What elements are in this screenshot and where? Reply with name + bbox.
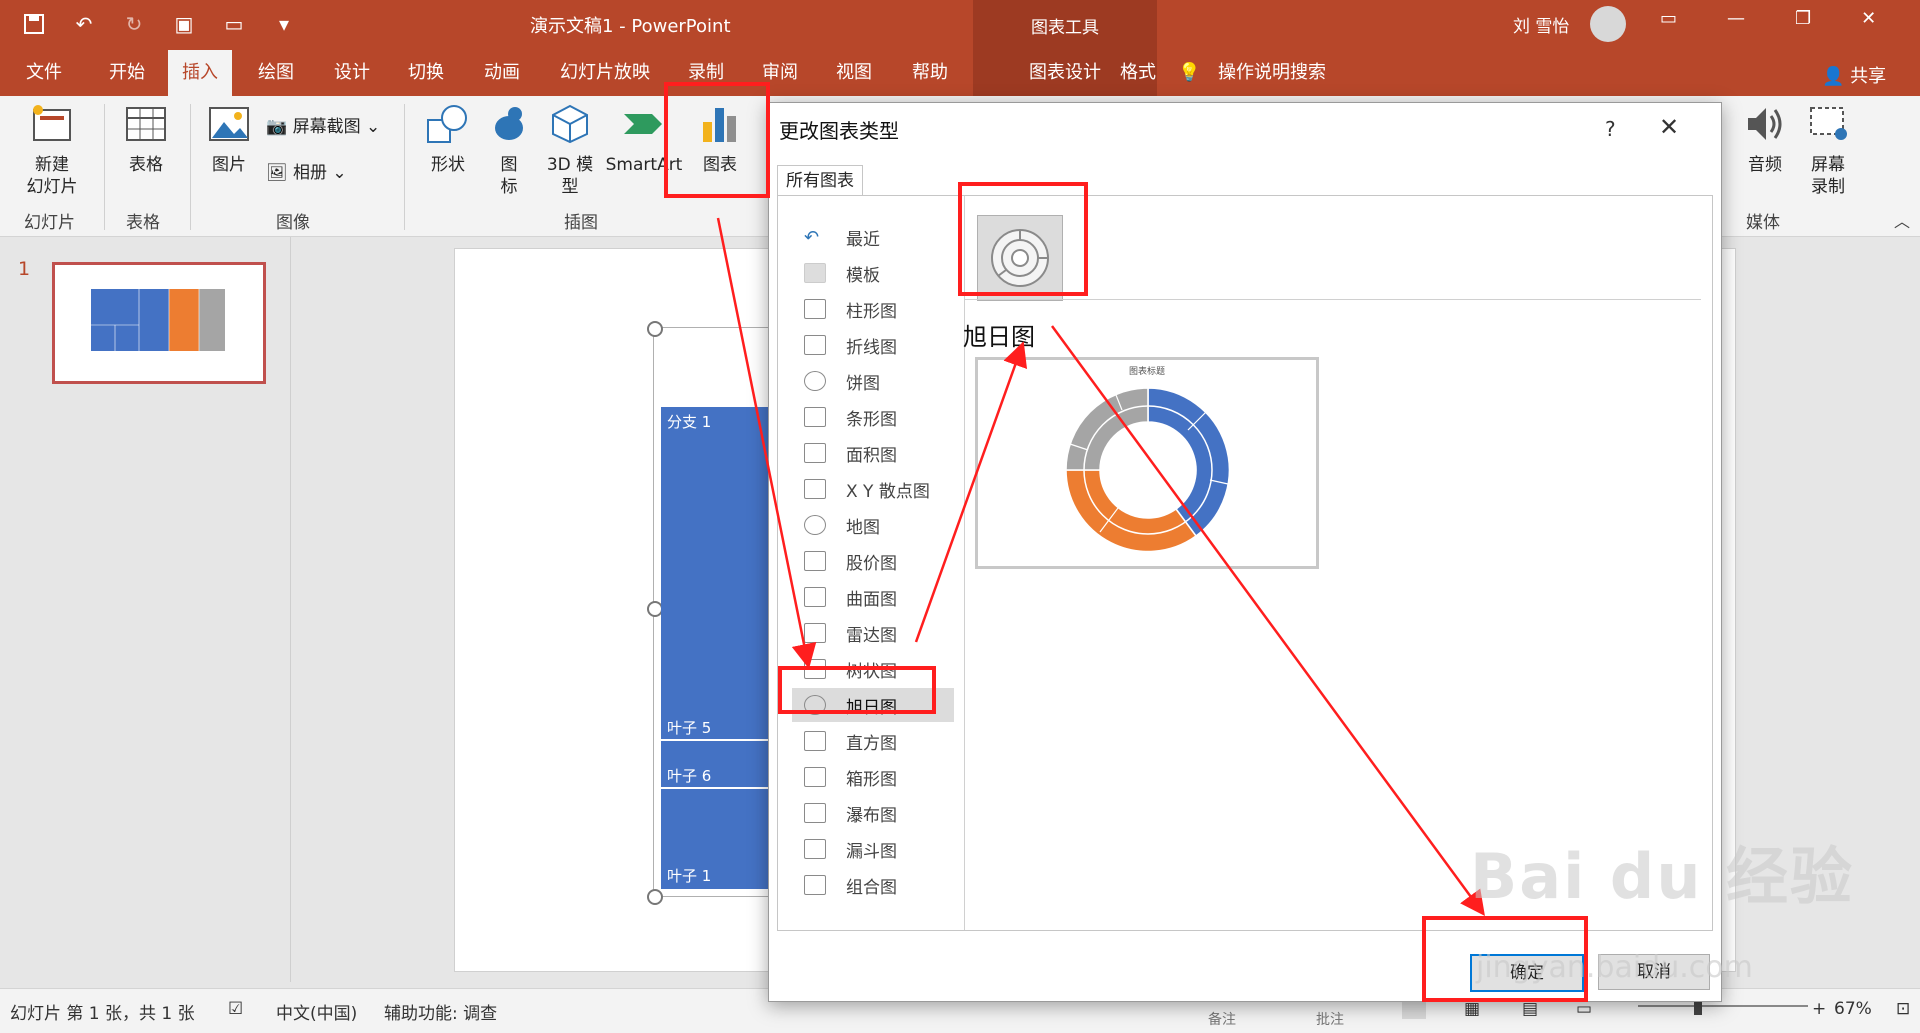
watermark-url: jingyan.baidu.com [1476, 950, 1753, 985]
watermark-brand: Bai du 经验 [1470, 840, 1855, 913]
